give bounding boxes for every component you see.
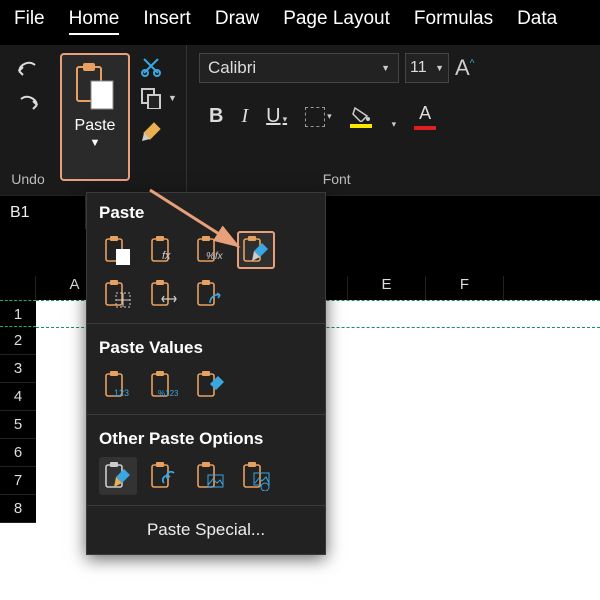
select-all-corner[interactable] bbox=[0, 276, 36, 300]
ribbon: Undo Paste ▼ ▼ Calibri bbox=[0, 45, 600, 195]
row-header-1[interactable]: 1 bbox=[0, 300, 36, 327]
tab-formulas[interactable]: Formulas bbox=[414, 8, 493, 35]
name-box[interactable]: B1 bbox=[0, 196, 86, 229]
fill-icon bbox=[351, 106, 371, 122]
paste-formulas-number-icon[interactable]: %fx bbox=[191, 231, 229, 269]
other-paste-section-title: Other Paste Options bbox=[99, 429, 313, 449]
paste-link-icon[interactable] bbox=[145, 457, 183, 495]
fill-color-button[interactable] bbox=[350, 106, 372, 128]
font-color-button[interactable]: A bbox=[414, 103, 436, 130]
redo-icon[interactable] bbox=[15, 95, 41, 115]
italic-button[interactable]: I bbox=[241, 105, 248, 128]
chevron-down-icon: ▼ bbox=[381, 63, 390, 73]
paste-values-icon[interactable]: 123 bbox=[99, 366, 137, 404]
font-color-icon: A bbox=[419, 103, 431, 124]
borders-icon bbox=[305, 107, 325, 127]
font-name-value: Calibri bbox=[208, 58, 256, 78]
paste-formatting-icon[interactable] bbox=[99, 457, 137, 495]
row-header-5[interactable]: 5 bbox=[0, 411, 36, 439]
row-header-8[interactable]: 8 bbox=[0, 495, 36, 523]
chevron-down-icon: ▾ bbox=[327, 111, 332, 122]
paste-keep-source-formatting-icon[interactable] bbox=[237, 231, 275, 269]
group-font: Calibri ▼ 11 ▼ A^ B I U▾ ▾ ▾ A bbox=[186, 45, 486, 195]
paste-button[interactable]: Paste ▼ bbox=[60, 53, 130, 181]
grow-font-icon[interactable]: A^ bbox=[455, 55, 474, 81]
chevron-down-icon: ▾ bbox=[283, 114, 288, 124]
chevron-down-icon: ▼ bbox=[435, 63, 444, 73]
paste-all-icon[interactable] bbox=[99, 231, 137, 269]
paste-formulas-icon[interactable]: fx bbox=[145, 231, 183, 269]
tab-page-layout[interactable]: Page Layout bbox=[283, 8, 390, 35]
borders-button[interactable]: ▾ bbox=[305, 107, 332, 127]
col-header-e[interactable]: E bbox=[348, 276, 426, 300]
tab-draw[interactable]: Draw bbox=[215, 8, 259, 35]
underline-button[interactable]: U▾ bbox=[266, 105, 287, 128]
chevron-down-icon: ▼ bbox=[168, 93, 177, 103]
copy-icon bbox=[140, 87, 162, 109]
row-header-3[interactable]: 3 bbox=[0, 355, 36, 383]
row-headers: 1 2 3 4 5 6 7 8 bbox=[0, 300, 36, 523]
paste-picture-icon[interactable] bbox=[191, 457, 229, 495]
format-painter-icon[interactable] bbox=[140, 119, 164, 143]
svg-text:123: 123 bbox=[114, 388, 129, 398]
svg-text:%123: %123 bbox=[158, 389, 178, 398]
paste-transpose-icon[interactable] bbox=[191, 275, 229, 313]
paste-dropdown-menu: Paste fx %fx Paste Values 123 %123 Other… bbox=[86, 192, 326, 555]
ribbon-tabs: File Home Insert Draw Page Layout Formul… bbox=[0, 0, 600, 45]
svg-text:%fx: %fx bbox=[206, 251, 224, 262]
group-label-font: Font bbox=[323, 171, 351, 191]
row-header-2[interactable]: 2 bbox=[0, 327, 36, 355]
paste-linked-picture-icon[interactable] bbox=[237, 457, 275, 495]
tab-home[interactable]: Home bbox=[69, 8, 120, 35]
cut-icon[interactable] bbox=[140, 55, 162, 77]
chevron-down-icon[interactable]: ▾ bbox=[392, 119, 397, 130]
paste-values-number-icon[interactable]: %123 bbox=[145, 366, 183, 404]
paste-values-section-title: Paste Values bbox=[99, 338, 313, 358]
paste-special-menu-item[interactable]: Paste Special... bbox=[87, 510, 325, 552]
undo-icon[interactable] bbox=[15, 61, 41, 81]
group-clipboard: Paste ▼ bbox=[56, 45, 134, 195]
tab-file[interactable]: File bbox=[14, 8, 45, 35]
paste-no-borders-icon[interactable] bbox=[99, 275, 137, 313]
col-header-f[interactable]: F bbox=[426, 276, 504, 300]
tab-data[interactable]: Data bbox=[517, 8, 557, 35]
paste-values-source-formatting-icon[interactable] bbox=[191, 366, 229, 404]
group-label-undo: Undo bbox=[11, 171, 44, 191]
paste-label: Paste bbox=[75, 117, 116, 135]
font-name-select[interactable]: Calibri ▼ bbox=[199, 53, 399, 83]
clipboard-icon bbox=[73, 61, 117, 111]
row-header-7[interactable]: 7 bbox=[0, 467, 36, 495]
row-header-6[interactable]: 6 bbox=[0, 439, 36, 467]
chevron-down-icon: ▼ bbox=[90, 137, 101, 149]
bold-button[interactable]: B bbox=[209, 105, 223, 128]
group-undo: Undo bbox=[0, 45, 56, 195]
font-size-value: 11 bbox=[410, 59, 427, 77]
tab-insert[interactable]: Insert bbox=[143, 8, 191, 35]
svg-text:fx: fx bbox=[162, 250, 171, 262]
paste-keep-col-width-icon[interactable] bbox=[145, 275, 183, 313]
row-header-4[interactable]: 4 bbox=[0, 383, 36, 411]
paste-section-title: Paste bbox=[99, 203, 313, 223]
clipboard-tools: ▼ bbox=[134, 45, 186, 195]
copy-button[interactable]: ▼ bbox=[140, 87, 177, 109]
font-size-select[interactable]: 11 ▼ bbox=[405, 53, 449, 83]
